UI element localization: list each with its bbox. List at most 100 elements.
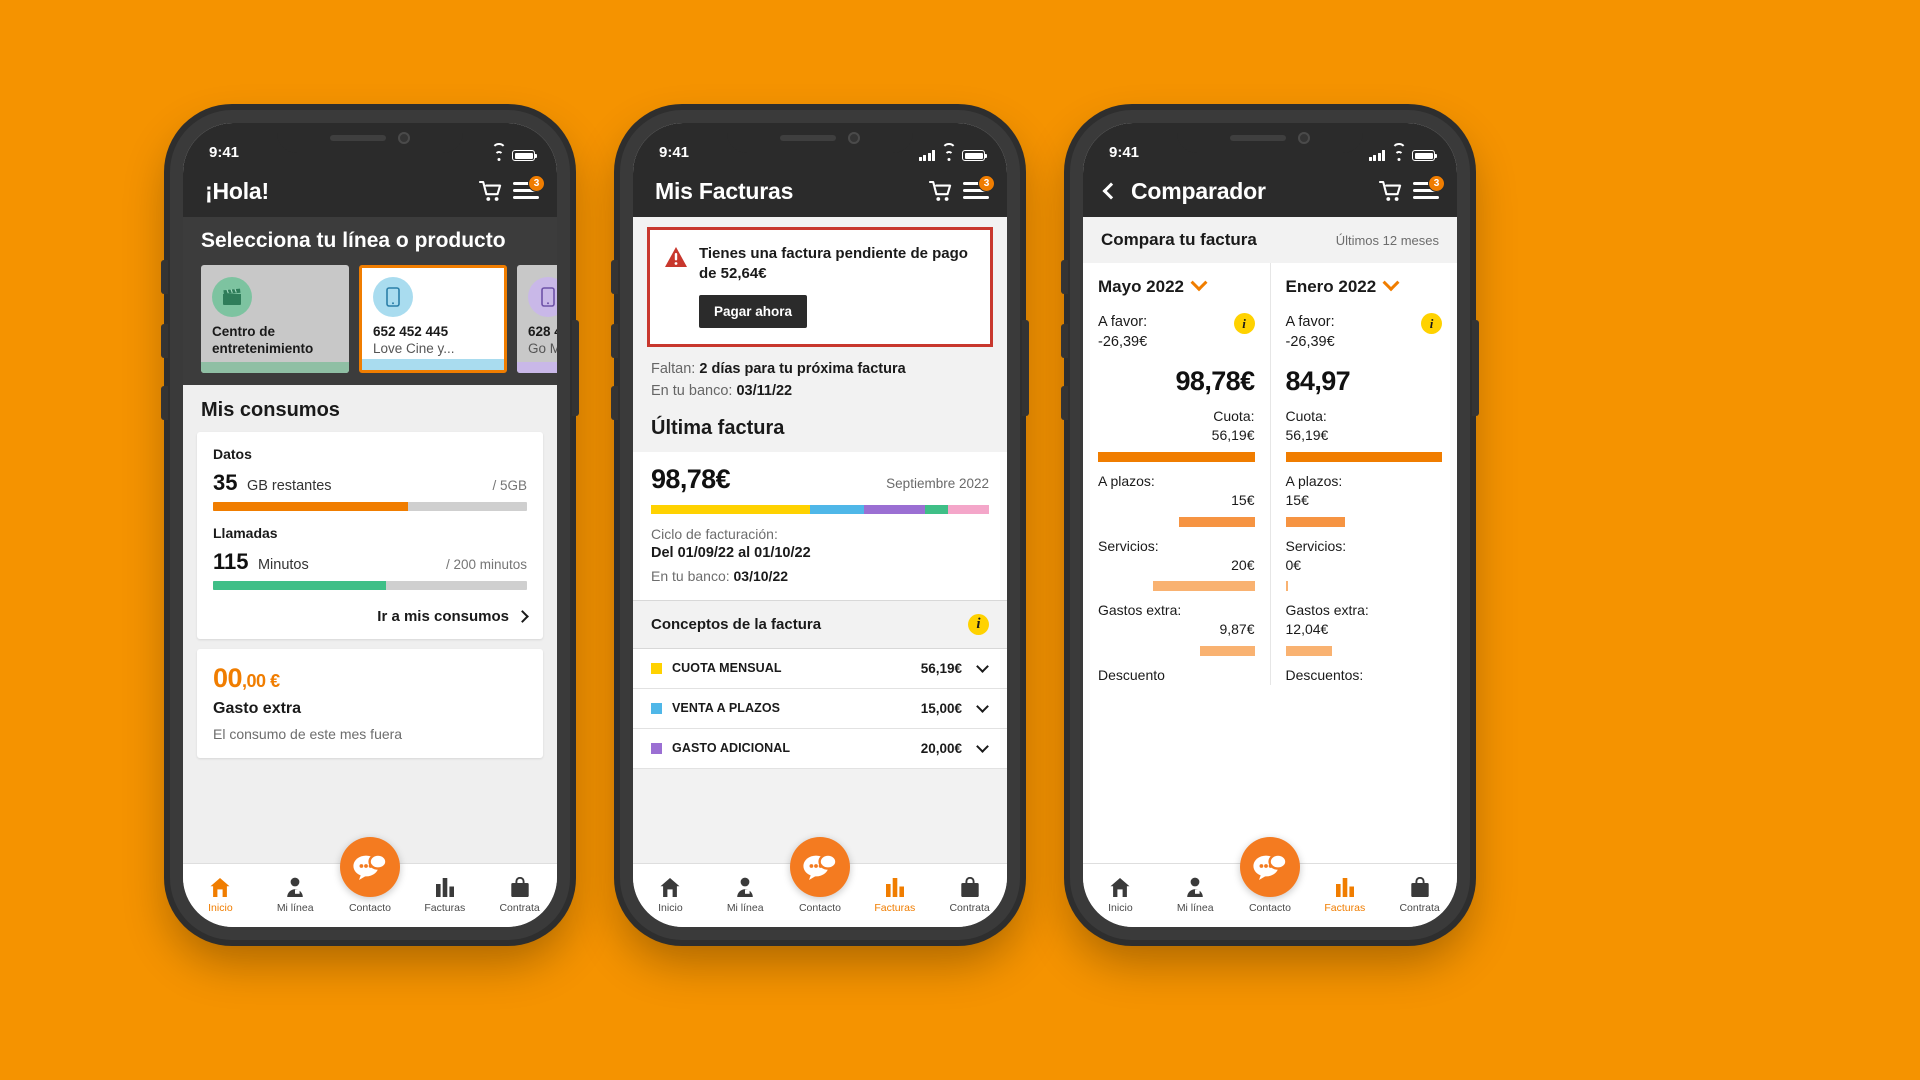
tab-mi-linea[interactable]: Mi línea xyxy=(708,877,783,914)
cycle-value: Del 01/09/22 al 01/10/22 xyxy=(651,544,811,561)
chevron-down-icon[interactable] xyxy=(1382,274,1400,292)
tab-inicio[interactable]: Inicio xyxy=(633,877,708,914)
invoice-segment-bar xyxy=(651,504,989,514)
info-icon[interactable]: i xyxy=(968,613,989,635)
chevron-down-icon[interactable] xyxy=(976,659,989,673)
item-value: 15€ xyxy=(1285,491,1309,508)
status-indicators xyxy=(1368,143,1437,161)
tab-inicio[interactable]: Inicio xyxy=(183,877,258,914)
comparison-column-mayo: Mayo 2022 A favor: -26,39€ i 98,78€ Cuot… xyxy=(1083,263,1270,685)
phone2-screen: 9:41 Mis Facturas 3 Tienes una factura p… xyxy=(633,123,1007,927)
status-indicators xyxy=(918,143,987,161)
status-time: 9:41 xyxy=(659,144,690,161)
item-label: Cuota: xyxy=(1213,408,1255,425)
chevron-left-icon[interactable] xyxy=(1102,182,1120,200)
cellular-signal-icon xyxy=(1368,150,1385,161)
info-icon[interactable]: i xyxy=(1421,313,1442,334)
phone1-notch xyxy=(277,123,463,153)
tile-strip xyxy=(362,359,504,370)
comparison-item: A plazos: 15€ xyxy=(1285,472,1443,527)
tab-inicio[interactable]: Inicio xyxy=(1083,877,1158,914)
hamburger-icon[interactable]: 3 xyxy=(963,175,995,201)
tab-label: Contrata xyxy=(949,902,990,914)
concept-row[interactable]: CUOTA MENSUAL 56,19€ xyxy=(633,648,1007,689)
item-label: Servicios: xyxy=(1098,537,1159,554)
meter-datos: Datos 35 GB restantes / 5GB xyxy=(213,446,527,511)
tab-facturas[interactable]: Facturas xyxy=(1307,877,1382,914)
month-selector[interactable]: Mayo 2022 xyxy=(1098,274,1255,297)
item-bar xyxy=(1098,451,1255,462)
tab-facturas[interactable]: Facturas xyxy=(407,877,482,914)
bars-chart-icon xyxy=(1335,877,1355,898)
chat-bubble-icon[interactable] xyxy=(790,837,850,897)
line-tile-652452445[interactable]: 652 452 445 Love Cine y... xyxy=(359,265,507,373)
tab-contrata[interactable]: Contrata xyxy=(932,877,1007,914)
concept-row[interactable]: VENTA A PLAZOS 15,00€ xyxy=(633,688,1007,729)
tab-facturas[interactable]: Facturas xyxy=(857,877,932,914)
menu-badge: 3 xyxy=(978,175,995,192)
gasto-extra-amount: 00,00 € xyxy=(213,663,280,693)
chat-bubble-icon[interactable] xyxy=(340,837,400,897)
bag-icon xyxy=(1410,877,1430,898)
comparison-column-enero: Enero 2022 A favor: -26,39€ i 84,97 Cuot… xyxy=(1269,263,1458,686)
invoice-amount: 98,78€ xyxy=(651,463,731,494)
meter-value: 35 xyxy=(213,470,238,495)
a-favor-value: -26,39€ xyxy=(1098,333,1148,350)
comparison-item: Servicios: 0€ xyxy=(1285,537,1443,592)
comparison-item: Gastos extra: 9,87€ xyxy=(1098,601,1255,657)
phone-mockup-facturas: 9:41 Mis Facturas 3 Tienes una factura p… xyxy=(611,110,1029,940)
item-bar xyxy=(1285,516,1345,527)
item-value: 12,04€ xyxy=(1285,621,1329,638)
chat-bubble-icon[interactable] xyxy=(1240,837,1300,897)
page-title: Comparador xyxy=(1131,177,1266,204)
tab-contrata[interactable]: Contrata xyxy=(482,877,557,914)
concept-color-dot xyxy=(651,702,662,714)
cart-icon[interactable] xyxy=(479,180,503,202)
gasto-extra-desc: El consumo de este mes fuera xyxy=(213,726,403,742)
cart-icon[interactable] xyxy=(1379,180,1403,202)
tab-label: Inicio xyxy=(208,902,233,914)
hamburger-icon[interactable]: 3 xyxy=(1413,175,1445,201)
go-to-consumos-link[interactable]: Ir a mis consumos xyxy=(213,604,529,625)
chevron-down-icon[interactable] xyxy=(1190,274,1208,292)
tab-contrata[interactable]: Contrata xyxy=(1382,877,1457,914)
phone1-app-bar: ¡Hola! 3 xyxy=(183,165,557,217)
phone-mockup-comparador: 9:41 Comparador 3 Compara tu factura Últ… xyxy=(1061,110,1479,940)
phone2-app-bar: Mis Facturas 3 xyxy=(633,165,1007,217)
tab-mi-linea[interactable]: Mi línea xyxy=(1158,877,1233,914)
line-tile-entretenimiento[interactable]: Centro de entretenimiento xyxy=(201,265,349,373)
tab-mi-linea[interactable]: Mi línea xyxy=(258,877,333,914)
earpiece-speaker xyxy=(1230,135,1286,141)
home-icon xyxy=(209,877,231,898)
line-tile-label: 628 44 Go Max xyxy=(528,324,557,356)
info-icon[interactable]: i xyxy=(1233,313,1255,334)
earpiece-speaker xyxy=(330,135,386,141)
earpiece-speaker xyxy=(780,135,836,141)
concept-row[interactable]: GASTO ADICIONAL 20,00€ xyxy=(633,728,1007,769)
hamburger-icon[interactable]: 3 xyxy=(513,175,545,201)
meta-line: En tu banco: 03/11/22 xyxy=(651,383,793,400)
person-icon xyxy=(1185,877,1205,898)
consumos-card: Datos 35 GB restantes / 5GB Llamadas 115… xyxy=(197,432,543,639)
phone1-screen: 9:41 ¡Hola! 3 Selecciona tu línea o prod… xyxy=(183,123,557,927)
tab-label: Mi línea xyxy=(276,902,314,914)
smartphone-icon xyxy=(373,277,413,317)
chevron-down-icon[interactable] xyxy=(976,699,989,713)
item-value: 15€ xyxy=(1231,491,1255,508)
conceptos-header: Conceptos de la factura i xyxy=(633,599,1007,649)
line-tile-62844[interactable]: 628 44 Go Max xyxy=(517,265,557,373)
item-label: A plazos: xyxy=(1285,472,1343,489)
meta-line: Faltan: 2 días para tu próxima factura xyxy=(651,360,906,377)
chevron-down-icon[interactable] xyxy=(976,739,989,753)
tab-label: Inicio xyxy=(658,902,683,914)
warning-triangle-icon xyxy=(664,246,688,268)
line-selector-title: Selecciona tu línea o producto xyxy=(201,229,506,252)
conceptos-title: Conceptos de la factura xyxy=(651,615,822,633)
a-favor-label: A favor: xyxy=(1285,314,1335,330)
a-favor-row: A favor: -26,39€ i xyxy=(1098,313,1255,352)
bars-chart-icon xyxy=(435,877,455,898)
month-selector[interactable]: Enero 2022 xyxy=(1286,274,1443,297)
cart-icon[interactable] xyxy=(929,180,953,202)
pagar-ahora-button[interactable]: Pagar ahora xyxy=(699,294,808,328)
page-title: Mis Facturas xyxy=(655,177,794,204)
